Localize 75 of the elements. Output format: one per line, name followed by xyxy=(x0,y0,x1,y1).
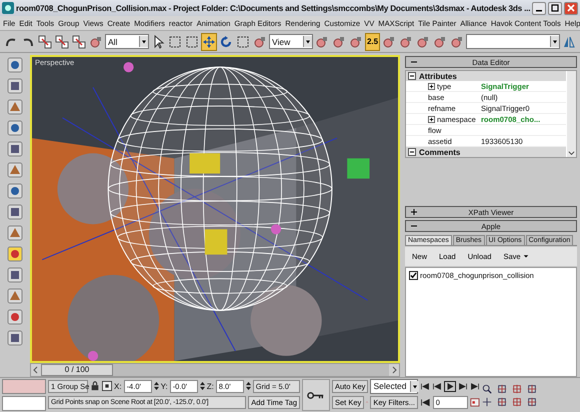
collapse-toggle-icon[interactable] xyxy=(410,208,418,216)
link-tool-button[interactable] xyxy=(37,32,53,50)
grid-section-header[interactable]: Comments xyxy=(406,147,566,157)
go-to-start-icon[interactable] xyxy=(420,382,430,390)
scrollbar[interactable] xyxy=(567,71,576,157)
checkbox[interactable] xyxy=(409,271,418,280)
key-mode-dropdown[interactable]: Selected xyxy=(370,378,418,394)
key-icon[interactable] xyxy=(307,390,325,400)
coordinate-system-dropdown[interactable]: View xyxy=(269,34,313,49)
play-icon[interactable] xyxy=(444,380,456,392)
dropdown-arrow-icon[interactable] xyxy=(522,253,529,259)
lock-icon[interactable] xyxy=(90,381,100,391)
sphere-and-square-icon xyxy=(253,34,267,48)
field-of-view-icon[interactable] xyxy=(482,396,492,406)
dashed-square-icon xyxy=(185,34,199,48)
go-to-end-icon[interactable] xyxy=(470,382,480,390)
bind-tool-button[interactable] xyxy=(71,32,87,50)
zoom-icon[interactable] xyxy=(482,384,492,394)
expand-toggle-icon[interactable] xyxy=(428,116,435,122)
maxscript-listener-field[interactable] xyxy=(2,379,46,394)
teapot-icon xyxy=(2,2,14,14)
sphere-and-square-icon xyxy=(433,34,447,48)
axis-label: Y: xyxy=(160,382,168,390)
mirror-icon xyxy=(562,34,576,48)
rotate-icon xyxy=(219,34,233,48)
linked-squares-icon xyxy=(72,34,86,48)
key-mode-toggle-icon[interactable] xyxy=(420,398,431,406)
next-frame-button[interactable] xyxy=(389,364,399,376)
axis-label: X: xyxy=(114,382,122,390)
collapse-toggle-icon[interactable] xyxy=(408,148,416,156)
previous-key-icon[interactable] xyxy=(432,382,442,390)
sphere-and-square-icon xyxy=(332,34,346,48)
close-button[interactable] xyxy=(564,2,578,14)
section-title: Attributes xyxy=(419,72,457,80)
collapse-toggle-icon[interactable] xyxy=(408,72,416,80)
snap-tool-button[interactable]: 2.5 xyxy=(365,32,380,50)
expand-toggle-icon[interactable] xyxy=(428,82,435,90)
close-icon xyxy=(567,4,576,12)
maxscript-output-field[interactable] xyxy=(2,396,46,411)
linked-squares-icon xyxy=(55,34,69,48)
zoom-extents-all-icon[interactable] xyxy=(527,384,537,394)
axis-label: Z: xyxy=(206,382,214,390)
minimize-button[interactable] xyxy=(532,2,546,14)
sphere-and-square-icon xyxy=(399,34,413,48)
window-title: room0708_ChogunPrison_Collision.max - Project Folder: C:\Documents and Settings\smccombs\My Documents\3dsmax - Autodesk 3ds ... xyxy=(16,4,530,12)
unlink-tool-button[interactable] xyxy=(54,32,70,50)
snap-label: 2.5 xyxy=(366,37,378,46)
maximize-button[interactable] xyxy=(548,2,562,14)
move-tool-button[interactable] xyxy=(201,32,217,50)
move-arrows-icon xyxy=(202,34,216,48)
pan-icon[interactable] xyxy=(497,396,507,406)
selection-filter-dropdown[interactable]: All xyxy=(105,34,149,49)
maximize-icon xyxy=(551,4,560,12)
maximize-viewport-icon[interactable] xyxy=(527,396,537,406)
named-selection-dropdown[interactable] xyxy=(466,34,560,49)
scroll-down-icon[interactable] xyxy=(568,150,575,157)
previous-frame-button[interactable] xyxy=(31,364,41,376)
sphere-and-square-icon xyxy=(89,34,103,48)
absolute-mode-icon[interactable] xyxy=(102,381,112,391)
time-slider-handle[interactable]: 0 / 100 xyxy=(41,364,113,376)
zoom-extents-icon[interactable] xyxy=(512,384,522,394)
sphere-and-square-icon xyxy=(450,34,464,48)
orbit-icon[interactable] xyxy=(512,396,522,406)
sphere-and-square-icon xyxy=(382,34,396,48)
sphere-and-square-icon xyxy=(315,34,329,48)
square-icon xyxy=(236,34,250,48)
dashed-square-icon xyxy=(168,34,182,48)
linked-squares-icon xyxy=(38,34,52,48)
time-configuration-icon[interactable] xyxy=(470,397,480,407)
next-key-icon[interactable] xyxy=(458,382,468,390)
sphere-and-square-icon xyxy=(349,34,363,48)
zoom-all-icon[interactable] xyxy=(497,384,507,394)
grid-section-header[interactable]: Attributes xyxy=(406,71,566,81)
section-title: Comments xyxy=(419,148,460,156)
sphere-and-square-icon xyxy=(416,34,430,48)
